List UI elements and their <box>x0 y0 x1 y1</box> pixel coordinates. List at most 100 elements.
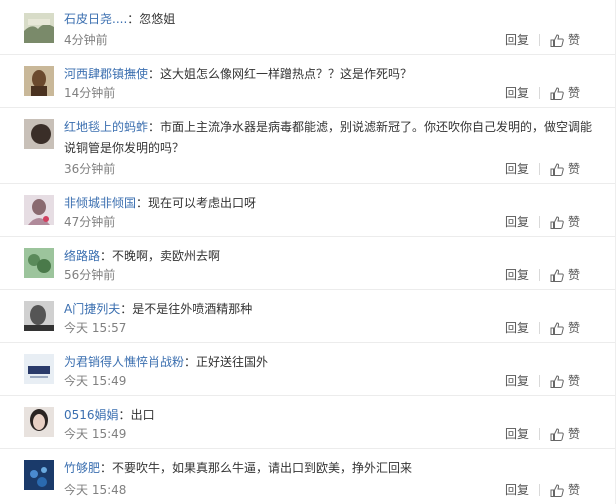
comment-item: 络路路：不晚啊，卖欧州去啊 56分钟前 回复 赞 <box>0 237 616 290</box>
avatar[interactable] <box>24 195 54 225</box>
comment-time: 14分钟前 <box>64 86 116 100</box>
like-button[interactable]: 赞 <box>550 214 580 230</box>
avatar[interactable] <box>24 354 54 384</box>
like-label: 赞 <box>567 374 580 388</box>
user-nick[interactable]: 红地毯上的蚂蚱 <box>64 120 148 134</box>
user-nick[interactable]: 河西肆郡镇撫使 <box>64 67 148 81</box>
reply-button[interactable]: 回复 <box>505 32 529 48</box>
user-nick[interactable]: 络路路 <box>64 249 100 263</box>
thumbs-up-icon <box>550 321 564 335</box>
avatar[interactable] <box>24 460 54 490</box>
comment-time: 今天 15:49 <box>64 374 127 388</box>
comment-time: 56分钟前 <box>64 268 116 282</box>
comment-text: 非倾城非倾国：现在可以考虑出口呀 <box>64 196 257 210</box>
user-nick[interactable]: 石皮日尧.... <box>64 12 127 26</box>
thumbs-up-icon <box>550 268 564 282</box>
comment-actions: 回复 赞 <box>505 426 580 442</box>
comment-content: 出口 <box>130 408 155 422</box>
reply-button[interactable]: 回复 <box>505 320 529 336</box>
divider <box>538 484 540 496</box>
reply-button[interactable]: 回复 <box>505 161 529 177</box>
reply-button[interactable]: 回复 <box>505 85 529 101</box>
avatar[interactable] <box>24 13 54 43</box>
comment-feed: 石皮日尧....：忽悠姐 4分钟前 回复 赞 河西肆郡镇撫使：这大姐怎么像网红一… <box>0 0 616 504</box>
like-label: 赞 <box>567 162 580 176</box>
comment-text: 竹够肥：不要吹牛，如果真那么牛逼，请出口到欧美，挣外汇回来 <box>64 461 413 475</box>
comment-text: 石皮日尧....：忽悠姐 <box>64 12 176 26</box>
comment-item: 石皮日尧....：忽悠姐 4分钟前 回复 赞 <box>0 0 616 55</box>
thumbs-up-icon <box>550 427 564 441</box>
comment-actions: 回复 赞 <box>505 161 580 177</box>
avatar[interactable] <box>24 301 54 331</box>
reply-button[interactable]: 回复 <box>505 426 529 442</box>
like-button[interactable]: 赞 <box>550 373 580 389</box>
like-button[interactable]: 赞 <box>550 161 580 177</box>
comment-actions: 回复 赞 <box>505 214 580 230</box>
divider <box>538 269 540 281</box>
like-button[interactable]: 赞 <box>550 426 580 442</box>
like-button[interactable]: 赞 <box>550 320 580 336</box>
reply-button[interactable]: 回复 <box>505 214 529 230</box>
avatar[interactable] <box>24 119 54 149</box>
avatar[interactable] <box>24 407 54 437</box>
comment-time: 47分钟前 <box>64 215 116 229</box>
divider <box>538 375 540 387</box>
thumbs-up-icon <box>550 215 564 229</box>
comment-item: 为君销得人憔悴肖战粉：正好送往国外 今天 15:49 回复 赞 <box>0 343 616 396</box>
avatar[interactable] <box>24 66 54 96</box>
reply-button[interactable]: 回复 <box>505 482 529 498</box>
like-label: 赞 <box>567 483 580 497</box>
comment-time: 今天 15:49 <box>64 427 127 441</box>
user-nick[interactable]: 0516娟娟 <box>64 408 119 422</box>
thumbs-up-icon <box>550 374 564 388</box>
comment-content: 是不是往外喷酒精那种 <box>132 302 253 316</box>
comment-actions: 回复 赞 <box>505 482 580 498</box>
like-label: 赞 <box>567 86 580 100</box>
like-button[interactable]: 赞 <box>550 32 580 48</box>
divider <box>538 163 540 175</box>
thumbs-up-icon <box>550 86 564 100</box>
reply-button[interactable]: 回复 <box>505 267 529 283</box>
comment-time: 今天 15:48 <box>64 483 127 497</box>
divider <box>538 322 540 334</box>
like-label: 赞 <box>567 33 580 47</box>
comment-text: A门捷列夫：是不是往外喷酒精那种 <box>64 302 253 316</box>
reply-button[interactable]: 回复 <box>505 373 529 389</box>
user-nick[interactable]: 非倾城非倾国 <box>64 196 136 210</box>
comment-text: 河西肆郡镇撫使：这大姐怎么像网红一样蹭热点？？这是作死吗？ <box>64 67 413 81</box>
comment-time: 4分钟前 <box>64 33 108 47</box>
user-nick[interactable]: 竹够肥 <box>64 461 100 475</box>
like-label: 赞 <box>567 427 580 441</box>
divider <box>538 216 540 228</box>
divider <box>538 34 540 46</box>
thumbs-up-icon <box>550 162 564 176</box>
divider <box>538 87 540 99</box>
comment-time: 今天 15:57 <box>64 321 127 335</box>
like-label: 赞 <box>567 215 580 229</box>
comment-actions: 回复 赞 <box>505 267 580 283</box>
comment-item: 非倾城非倾国：现在可以考虑出口呀 47分钟前 回复 赞 <box>0 184 616 237</box>
comment-content: 正好送往国外 <box>196 355 269 369</box>
comment-text: 0516娟娟：出口 <box>64 408 155 422</box>
comment-content: 现在可以考虑出口呀 <box>148 196 257 210</box>
divider <box>538 428 540 440</box>
comment-item: A门捷列夫：是不是往外喷酒精那种 今天 15:57 回复 赞 <box>0 290 616 343</box>
comment-text: 为君销得人憔悴肖战粉：正好送往国外 <box>64 355 269 369</box>
comment-time: 36分钟前 <box>64 162 116 176</box>
avatar[interactable] <box>24 248 54 278</box>
like-button[interactable]: 赞 <box>550 85 580 101</box>
comment-item: 竹够肥：不要吹牛，如果真那么牛逼，请出口到欧美，挣外汇回来 今天 15:48 回… <box>0 449 616 504</box>
comment-content: 不晚啊，卖欧州去啊 <box>112 249 221 263</box>
thumbs-up-icon <box>550 483 564 497</box>
like-button[interactable]: 赞 <box>550 482 580 498</box>
user-nick[interactable]: A门捷列夫 <box>64 302 120 316</box>
comment-actions: 回复 赞 <box>505 320 580 336</box>
user-nick[interactable]: 为君销得人憔悴肖战粉 <box>64 355 184 369</box>
comment-item: 红地毯上的蚂蚱：市面上主流净水器是病毒都能滤，别说滤新冠了。你还吹你自己发明的，… <box>0 108 616 184</box>
like-button[interactable]: 赞 <box>550 267 580 283</box>
comment-text: 红地毯上的蚂蚱：市面上主流净水器是病毒都能滤，别说滤新冠了。你还吹你自己发明的，… <box>64 120 593 155</box>
comment-actions: 回复 赞 <box>505 373 580 389</box>
thumbs-up-icon <box>550 33 564 47</box>
comment-item: 0516娟娟：出口 今天 15:49 回复 赞 <box>0 396 616 449</box>
comment-content: 这大姐怎么像网红一样蹭热点？？这是作死吗？ <box>160 67 413 81</box>
